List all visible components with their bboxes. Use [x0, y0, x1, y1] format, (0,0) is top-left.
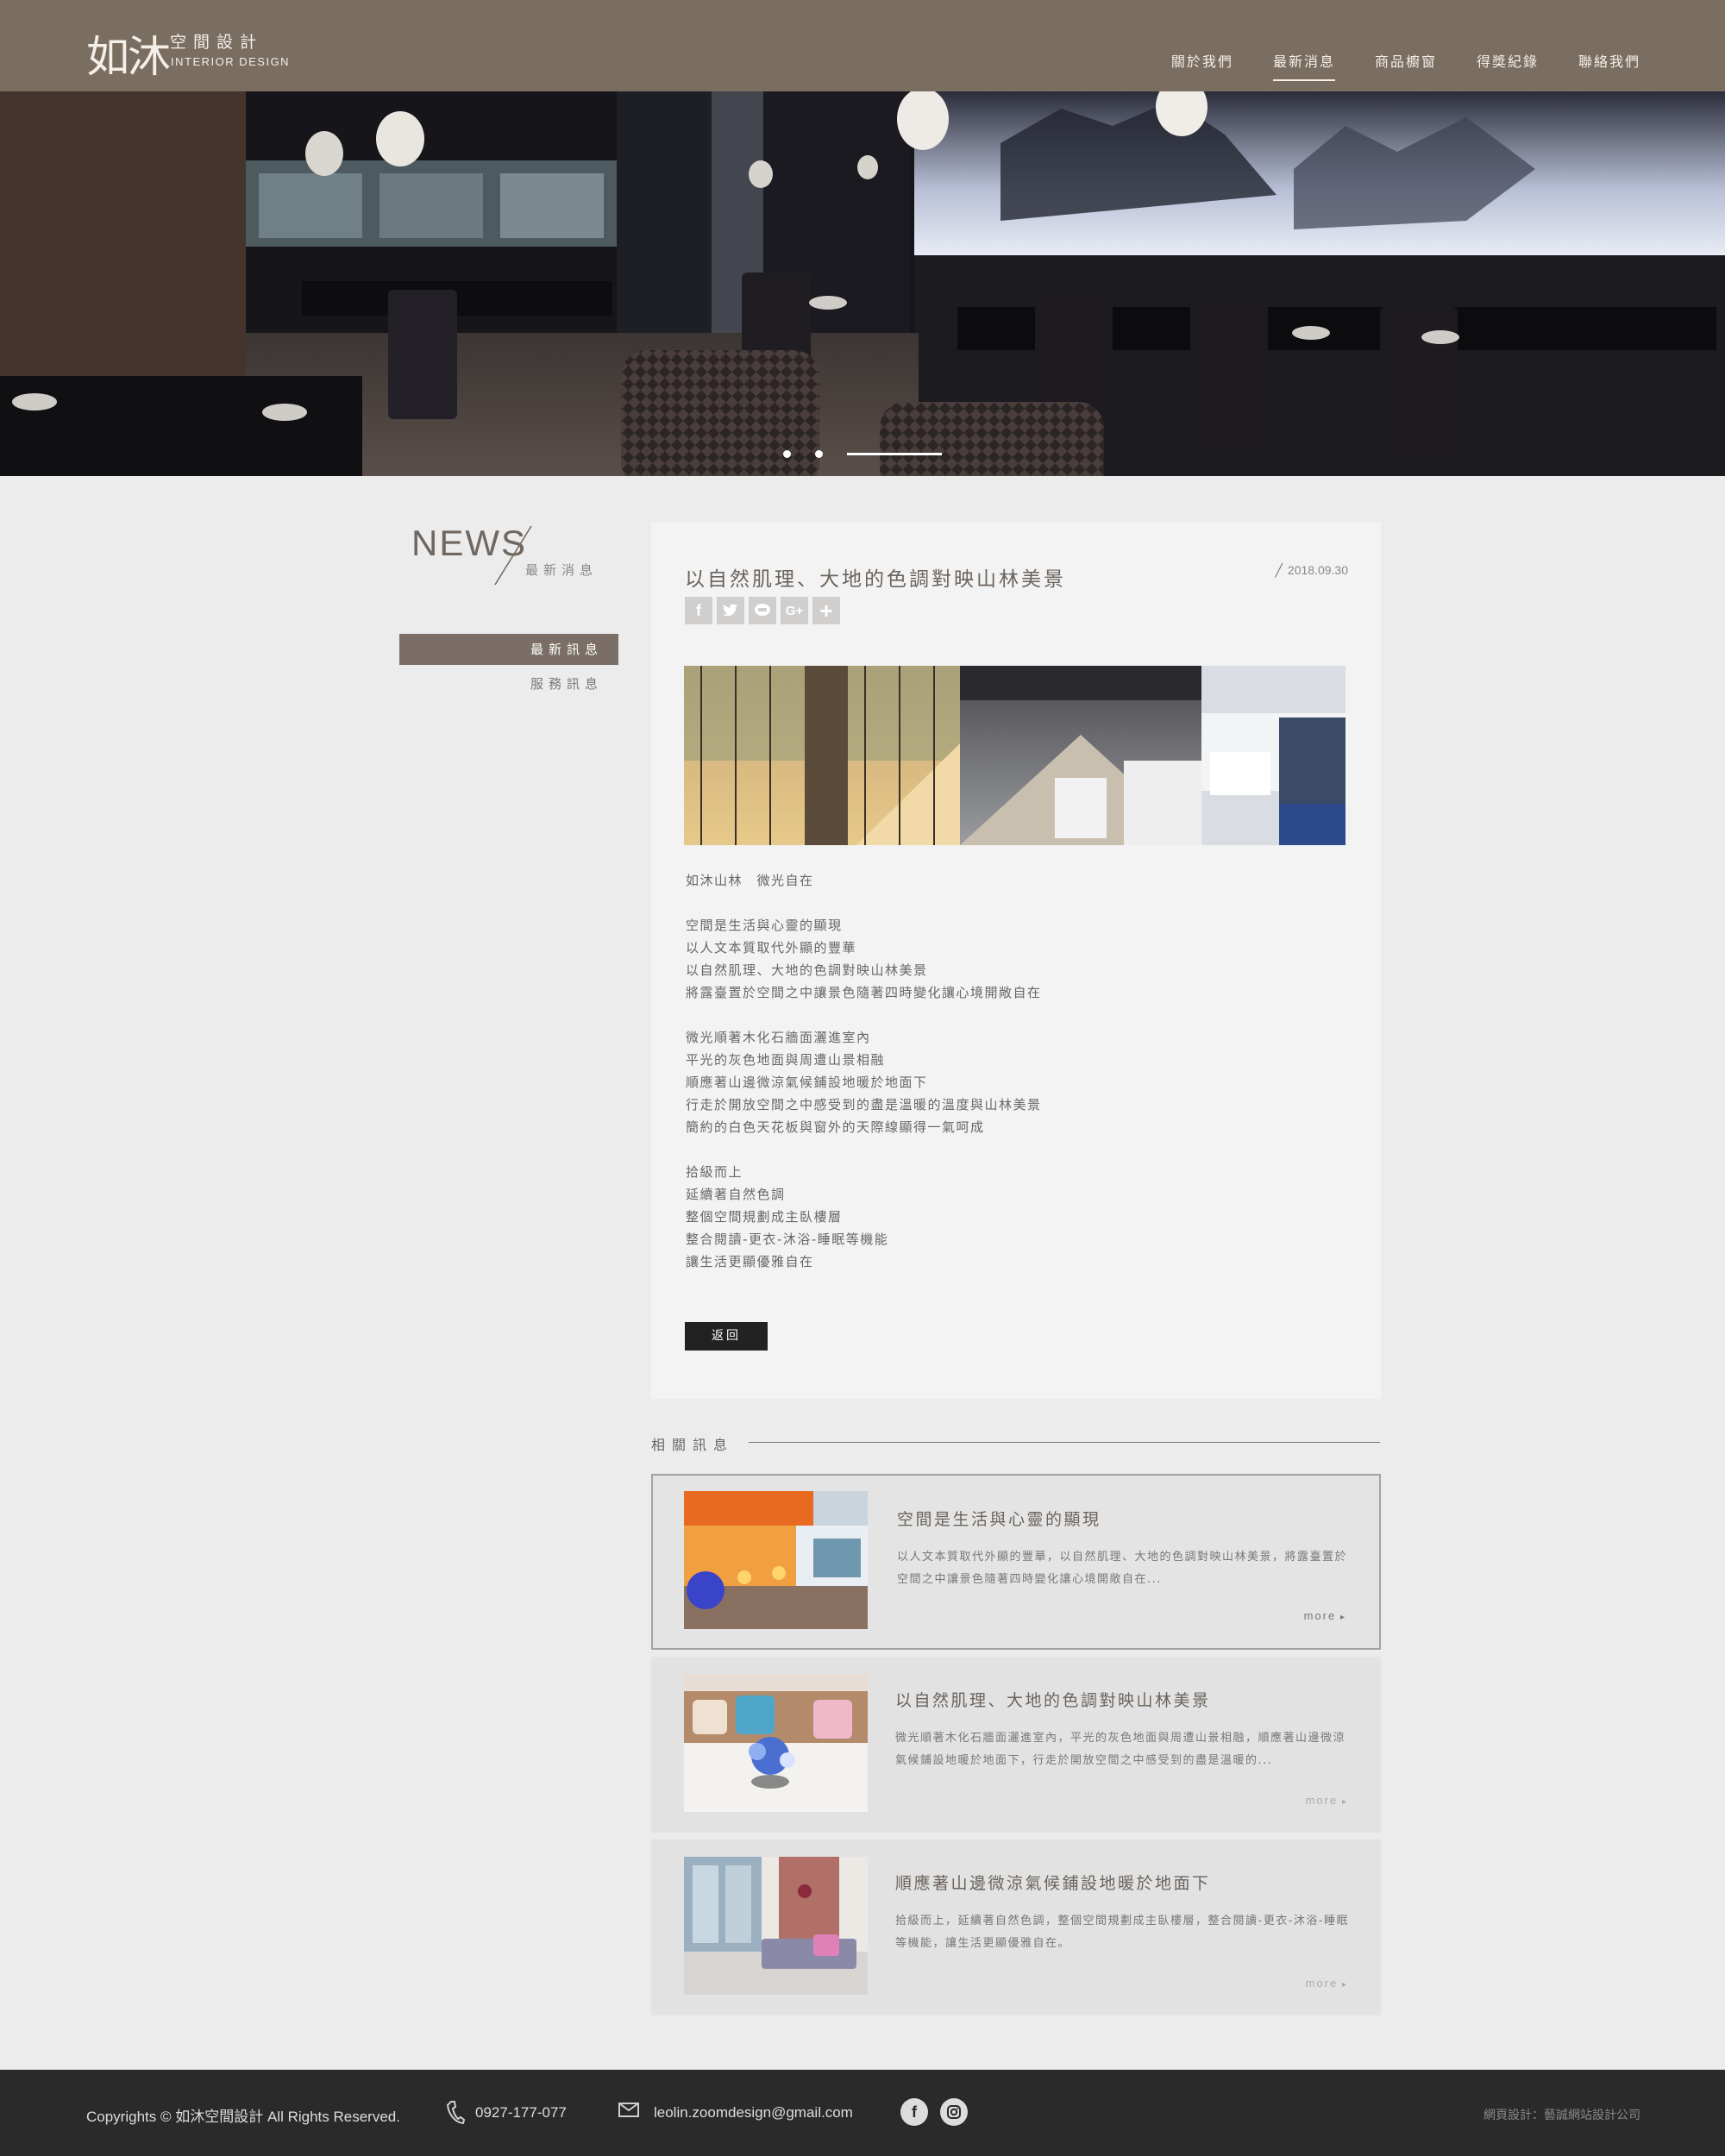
hero-slider — [0, 91, 1725, 476]
body-line: 簡約的白色天花板與窗外的天際線顯得一氣呵成 — [686, 1119, 985, 1135]
instagram-icon[interactable] — [940, 2098, 968, 2126]
article-body: 如沐山林 微光自在 空間是生活與心靈的顯現 以人文本質取代外顯的豐華 以自然肌理… — [686, 869, 1341, 1273]
related-card-title: 空間是生活與心靈的顯現 — [897, 1510, 1101, 1529]
body-line: 以人文本質取代外顯的豐華 — [686, 940, 857, 956]
related-card-excerpt: 微光順著木化石牆面灑進室內，平光的灰色地面與周遭山景相融，順應著山邊微涼氣候鋪設… — [895, 1732, 1346, 1767]
facebook-icon[interactable]: f — [900, 2098, 928, 2126]
article-date: 2018.09.30 — [1275, 563, 1348, 578]
nav-about[interactable]: 關於我們 — [1171, 50, 1233, 81]
body-line: 讓生活更顯優雅自在 — [686, 1254, 814, 1269]
related-thumbnail — [684, 1674, 868, 1812]
nav-awards[interactable]: 得獎紀錄 — [1477, 50, 1539, 81]
copyright-text: Copyrights © 如沐空間設計 All Rights Reserved. — [86, 2109, 400, 2125]
slider-indicators — [783, 450, 942, 458]
logo[interactable]: 如沐 — [86, 22, 171, 85]
body-line: 延續著自然色調 — [686, 1187, 786, 1202]
body-line: 平光的灰色地面與周遭山景相融 — [686, 1052, 886, 1068]
more-link[interactable]: more — [1306, 1977, 1348, 1990]
body-line: 微光順著木化石牆面灑進室內 — [686, 1030, 871, 1045]
body-line — [686, 1004, 1341, 1026]
slide-dot-2[interactable] — [815, 450, 823, 458]
body-line: 整個空間規劃成主臥樓層 — [686, 1209, 843, 1225]
logo-subtitle: 空間設計 — [170, 33, 264, 52]
back-button[interactable]: 返回 — [685, 1322, 768, 1351]
nav-contact[interactable]: 聯絡我們 — [1578, 50, 1640, 81]
nav-news[interactable]: 最新消息 — [1272, 50, 1335, 81]
more-link[interactable]: more — [1304, 1609, 1346, 1622]
main-nav: 關於我們 最新消息 商品櫥窗 得獎紀錄 聯絡我們 — [1171, 50, 1640, 81]
body-line: 拾級而上 — [686, 1164, 743, 1180]
article-panel: 以自然肌理、大地的色調對映山林美景 2018.09.30 f G+ + — [651, 523, 1381, 1399]
sidebar-item-service-news[interactable]: 服務訊息 — [399, 668, 618, 699]
section-subtitle: 最新消息 — [525, 562, 599, 578]
nav-products[interactable]: 商品櫥窗 — [1375, 50, 1437, 81]
body-line: 空間是生活與心靈的顯現 — [686, 918, 843, 933]
social-links: f — [900, 2098, 968, 2126]
related-card-title: 順應著山邊微涼氣候鋪設地暖於地面下 — [895, 1874, 1211, 1893]
related-heading: 相關訊息 — [651, 1437, 735, 1453]
share-bar: f G+ + — [685, 597, 840, 624]
facebook-icon[interactable]: f — [685, 597, 712, 624]
site-footer: Copyrights © 如沐空間設計 All Rights Reserved.… — [0, 2070, 1725, 2156]
plus-icon[interactable]: + — [812, 597, 840, 624]
body-line: 行走於開放空間之中感受到的盡是溫暖的溫度與山林美景 — [686, 1097, 1042, 1112]
phone-number[interactable]: 0927-177-077 — [475, 2104, 567, 2122]
sidebar-menu: 最新訊息 服務訊息 — [399, 634, 618, 703]
related-card[interactable]: 空間是生活與心靈的顯現 以人文本質取代外顯的豐華，以自然肌理、大地的色調對映山林… — [651, 1474, 1381, 1650]
body-line — [686, 1138, 1341, 1161]
related-card[interactable]: 以自然肌理、大地的色調對映山林美景 微光順著木化石牆面灑進室內，平光的灰色地面與… — [651, 1657, 1381, 1833]
body-line — [686, 892, 1341, 914]
article-title: 以自然肌理、大地的色調對映山林美景 — [685, 568, 1066, 591]
slide-dot-1[interactable] — [783, 450, 791, 458]
google-plus-icon[interactable]: G+ — [781, 597, 808, 624]
email-address[interactable]: leolin.zoomdesign@gmail.com — [654, 2104, 853, 2122]
phone-icon — [446, 2101, 465, 2124]
sidebar-item-latest-news[interactable]: 最新訊息 — [399, 634, 618, 665]
design-credit[interactable]: 網頁設計：藝誠網站設計公司 — [1484, 2106, 1640, 2123]
related-card-excerpt: 以人文本質取代外顯的豐華，以自然肌理、大地的色調對映山林美景，將露臺置於空間之中… — [897, 1551, 1348, 1586]
related-thumbnail — [684, 1491, 868, 1629]
mail-icon — [618, 2103, 639, 2117]
slide-dot-3-active[interactable] — [847, 453, 942, 455]
line-icon[interactable] — [749, 597, 776, 624]
hero-image — [0, 91, 1725, 476]
article-image — [684, 666, 1346, 845]
body-line: 將露臺置於空間之中讓景色隨著四時變化讓心境開敞自在 — [686, 985, 1042, 1000]
related-card[interactable]: 順應著山邊微涼氣候鋪設地暖於地面下 拾級而上，延續著自然色調，整個空間規劃成主臥… — [651, 1839, 1381, 2015]
related-card-excerpt: 拾級而上，延續著自然色調，整個空間規劃成主臥樓層，整合閱讀-更衣-沐浴-睡眠等機… — [895, 1915, 1350, 1950]
logo-tagline: INTERIOR DESIGN — [171, 55, 291, 68]
related-thumbnail — [684, 1857, 868, 1995]
body-line: 順應著山邊微涼氣候鋪設地暖於地面下 — [686, 1075, 928, 1090]
site-header: 如沐 空間設計 INTERIOR DESIGN 關於我們 最新消息 商品櫥窗 得… — [0, 0, 1725, 91]
related-divider — [749, 1442, 1380, 1443]
body-line: 整合閱讀-更衣-沐浴-睡眠等機能 — [686, 1232, 889, 1247]
body-line: 如沐山林 微光自在 — [686, 873, 814, 888]
related-card-title: 以自然肌理、大地的色調對映山林美景 — [895, 1691, 1211, 1710]
body-line: 以自然肌理、大地的色調對映山林美景 — [686, 962, 928, 978]
twitter-icon[interactable] — [717, 597, 744, 624]
more-link[interactable]: more — [1306, 1794, 1348, 1807]
